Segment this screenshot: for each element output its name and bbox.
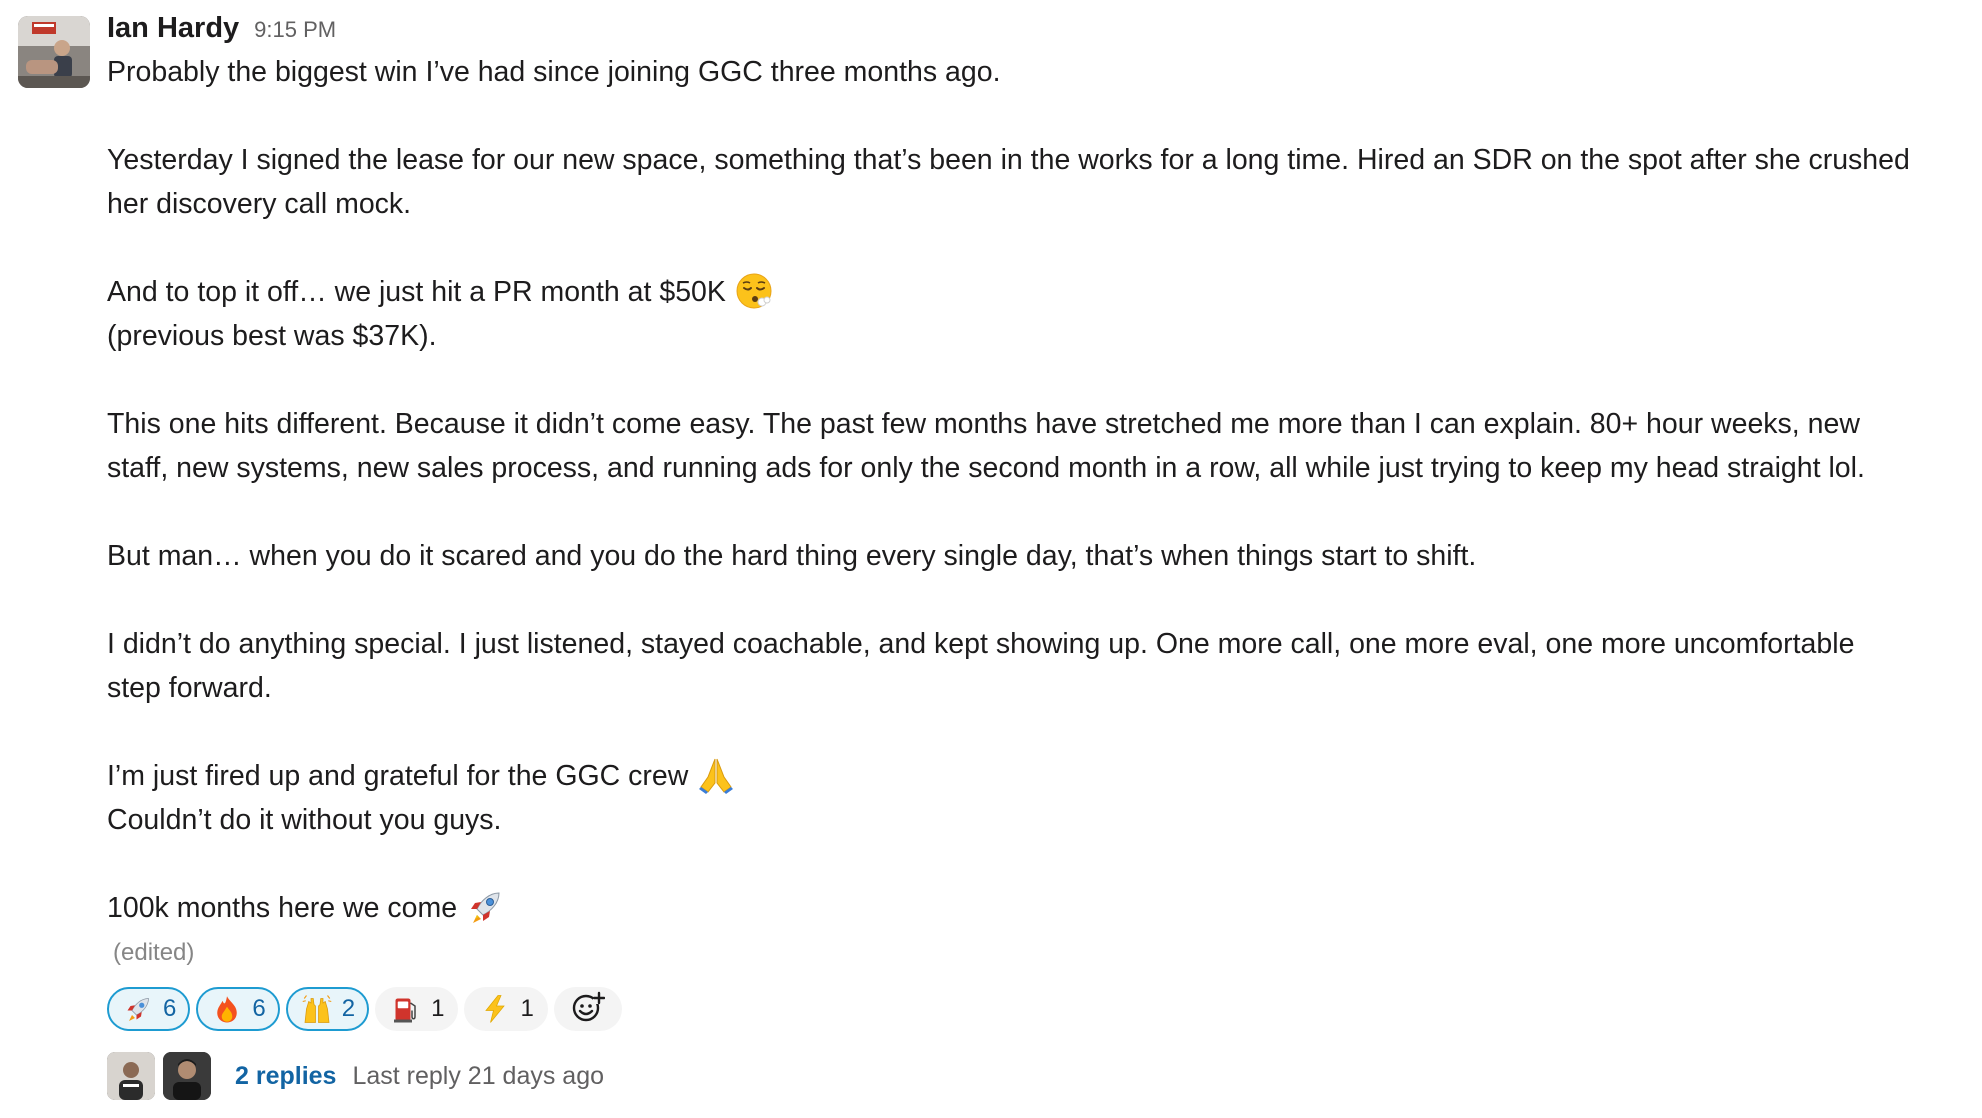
add-reaction-icon — [571, 990, 605, 1029]
message-line: 100k months here we come — [107, 886, 1977, 930]
message-timestamp[interactable]: 9:15 PM — [254, 17, 336, 43]
reaction-raised-hands[interactable]: 2 — [285, 987, 370, 1031]
message-line-text: I’m just fired up and grateful for the G… — [107, 760, 689, 792]
rocket-emoji — [465, 887, 505, 927]
message-paragraph: But man… when you do it scared and you d… — [107, 534, 1977, 578]
message-line: And to top it off… we just hit a PR mont… — [107, 270, 1977, 314]
face-exhaling-emoji — [734, 271, 774, 311]
message-line: staff, new systems, new sales process, a… — [107, 452, 1865, 484]
reaction-fire[interactable]: 6 — [196, 987, 280, 1031]
message-paragraph: Probably the biggest win I’ve had since … — [107, 50, 1977, 94]
reaction-rocket[interactable]: 6 — [107, 987, 191, 1031]
message-body: Probably the biggest win I’ve had since … — [107, 50, 1977, 930]
message-header: Ian Hardy 9:15 PM — [107, 12, 1977, 50]
reply-avatar — [107, 1052, 155, 1100]
fuel-pump-icon — [391, 994, 421, 1024]
high-voltage-icon — [480, 994, 510, 1024]
message-paragraph: I’m just fired up and grateful for the G… — [107, 754, 1977, 842]
reaction-high-voltage[interactable]: 1 — [464, 987, 548, 1031]
reaction-count: 1 — [520, 995, 534, 1022]
reaction-fuel-pump[interactable]: 1 — [375, 987, 459, 1031]
folded-hands-emoji — [696, 755, 736, 795]
message-paragraph: And to top it off… we just hit a PR mont… — [107, 270, 1977, 358]
fire-icon — [212, 994, 242, 1024]
rocket-icon — [123, 994, 153, 1024]
edited-label: (edited) — [113, 939, 195, 966]
message-line: Probably the biggest win I’ve had since … — [107, 56, 1001, 88]
message-line: I didn’t do anything special. I just lis… — [107, 628, 1855, 660]
reactions-bar: 6 6 2 1 1 — [107, 984, 1977, 1034]
thread-replies-link[interactable]: 2 replies — [235, 1062, 336, 1091]
author-avatar[interactable] — [18, 16, 90, 88]
reply-avatar — [163, 1052, 211, 1100]
thread-summary[interactable]: 2 replies Last reply 21 days ago — [107, 1050, 1977, 1102]
reaction-count: 1 — [431, 995, 445, 1022]
reaction-count: 6 — [252, 995, 266, 1022]
thread-last-reply: Last reply 21 days ago — [352, 1061, 605, 1090]
message-line: step forward. — [107, 672, 272, 704]
message-paragraph: Yesterday I signed the lease for our new… — [107, 138, 1977, 226]
message-line-text: And to top it off… we just hit a PR mont… — [107, 276, 726, 308]
reaction-count: 6 — [163, 995, 177, 1022]
message-line: her discovery call mock. — [107, 188, 412, 220]
message-paragraph: This one hits different. Because it didn… — [107, 402, 1977, 490]
message-line: Yesterday I signed the lease for our new… — [107, 144, 1910, 176]
author-name[interactable]: Ian Hardy — [107, 12, 239, 45]
message-line-text: 100k months here we come — [107, 892, 458, 924]
add-reaction-button[interactable] — [553, 987, 622, 1031]
message-content: Ian Hardy 9:15 PM Probably the biggest w… — [107, 12, 1977, 1102]
reaction-count: 2 — [341, 995, 356, 1022]
message-line: I’m just fired up and grateful for the G… — [107, 754, 1977, 798]
message-line: (previous best was $37K). — [107, 320, 437, 352]
message-paragraph: 100k months here we come — [107, 886, 1977, 930]
raised-hands-icon — [302, 994, 332, 1024]
message-paragraph: I didn’t do anything special. I just lis… — [107, 622, 1977, 710]
message-line: Couldn’t do it without you guys. — [107, 804, 502, 836]
message-line: But man… when you do it scared and you d… — [107, 540, 1477, 572]
message-line: This one hits different. Because it didn… — [107, 408, 1860, 440]
